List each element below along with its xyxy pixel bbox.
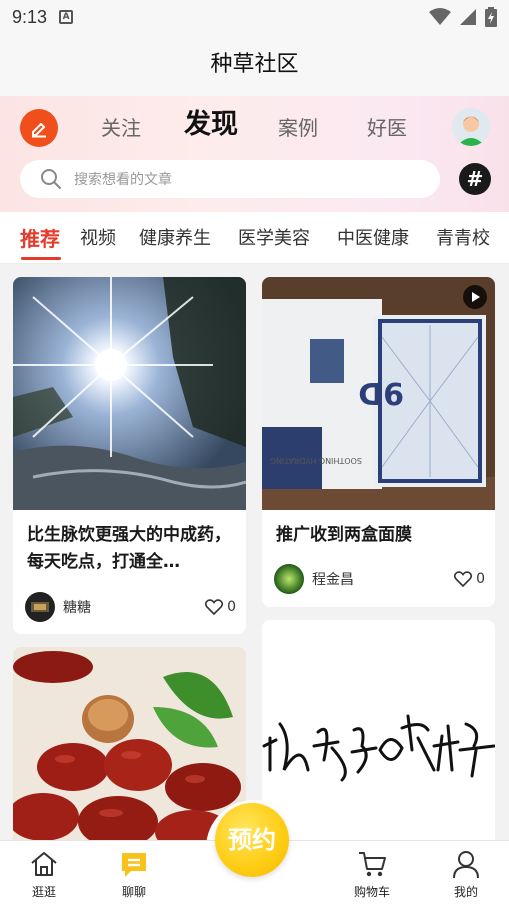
card-meta: 糖糖 0	[25, 592, 236, 622]
facial-mask-boxes-photo: SOOTHING HYDRATING 9D	[262, 277, 495, 510]
edit-icon	[32, 123, 46, 138]
heart-icon	[454, 571, 473, 587]
category-tcm[interactable]: 中医健康	[337, 224, 409, 250]
sunburst-landscape-photo	[13, 277, 246, 510]
tab-cases[interactable]: 案例	[278, 110, 318, 146]
author-avatar	[274, 564, 304, 594]
category-video[interactable]: 视频	[80, 224, 116, 250]
user-avatar-image	[452, 108, 490, 146]
tab-good-doctors[interactable]: 好医	[367, 110, 407, 146]
nav-label: 聊聊	[121, 885, 146, 899]
feed-card[interactable]: 比生脉饮更强大的中成药，每天吃点，打通全… 糖糖 0	[13, 277, 246, 634]
edit-post-button[interactable]	[20, 109, 58, 147]
category-bar: 推荐 视频 健康养生 医学美容 中医健康 青青校	[0, 212, 509, 264]
booking-fab[interactable]: 预约	[215, 803, 289, 877]
category-recommend[interactable]: 推荐	[20, 223, 60, 252]
nav-browse[interactable]: 逛逛	[9, 841, 79, 906]
author-name: 糖糖	[63, 600, 91, 616]
search-icon	[41, 169, 61, 189]
nav-label: 逛逛	[31, 885, 56, 899]
nav-cart[interactable]: 购物车	[337, 841, 407, 906]
author-name: 程金昌	[312, 572, 354, 588]
tab-follow[interactable]: 关注	[101, 110, 141, 146]
app-title-bar: 种草社区	[0, 34, 509, 96]
like-button[interactable]: 0	[205, 599, 236, 615]
category-medical-beauty[interactable]: 医学美容	[238, 224, 310, 250]
search-input[interactable]: 搜索想看的文章	[20, 160, 440, 198]
cart-icon	[359, 852, 386, 877]
nav-label: 我的	[453, 885, 478, 899]
nav-chat[interactable]: 聊聊	[99, 841, 169, 906]
category-health[interactable]: 健康养生	[139, 224, 211, 250]
a-notification-icon: A	[59, 10, 74, 24]
card-title: 推广收到两盒面膜	[276, 525, 412, 545]
svg-text:9D: 9D	[358, 375, 404, 410]
search-placeholder: 搜索想看的文章	[74, 172, 172, 188]
video-play-icon	[463, 285, 487, 309]
user-avatar[interactable]	[452, 108, 490, 146]
home-icon	[31, 852, 57, 876]
battery-icon	[485, 7, 497, 27]
signal-icon	[460, 9, 476, 25]
feed-card[interactable]: SOOTHING HYDRATING 9D 推广收到两盒面膜 程金昌 0	[262, 277, 495, 607]
active-category-underline	[21, 257, 61, 260]
app-title: 种草社区	[210, 52, 299, 77]
svg-text:SOOTHING HYDRATING: SOOTHING HYDRATING	[270, 456, 362, 465]
user-icon	[453, 851, 479, 879]
tab-discover[interactable]: 发现	[184, 107, 238, 143]
category-campus[interactable]: 青青校	[436, 224, 490, 250]
chat-icon	[122, 853, 146, 877]
status-bar: 9:13 A	[0, 0, 509, 34]
handwritten-calligraphy-image	[262, 620, 495, 847]
like-count: 0	[476, 571, 485, 587]
discover-header: 关注 发现 案例 好医 搜索想看的文章 #	[0, 96, 509, 212]
card-title: 比生脉饮更强大的中成药，每天吃点，打通全…	[27, 525, 231, 572]
status-time: 9:13	[12, 6, 48, 27]
nav-label: 购物车	[353, 885, 390, 899]
like-button[interactable]: 0	[454, 571, 485, 587]
status-icons	[429, 7, 497, 27]
wifi-icon	[429, 8, 451, 25]
heart-icon	[205, 599, 224, 615]
topic-hash-button[interactable]: #	[459, 163, 491, 195]
like-count: 0	[227, 599, 236, 615]
nav-mine[interactable]: 我的	[431, 841, 501, 906]
card-meta: 程金昌 0	[274, 564, 485, 594]
feed-card[interactable]	[13, 647, 246, 847]
red-dates-photo	[13, 647, 246, 847]
feed-card[interactable]	[262, 620, 495, 847]
author-avatar	[25, 592, 55, 622]
